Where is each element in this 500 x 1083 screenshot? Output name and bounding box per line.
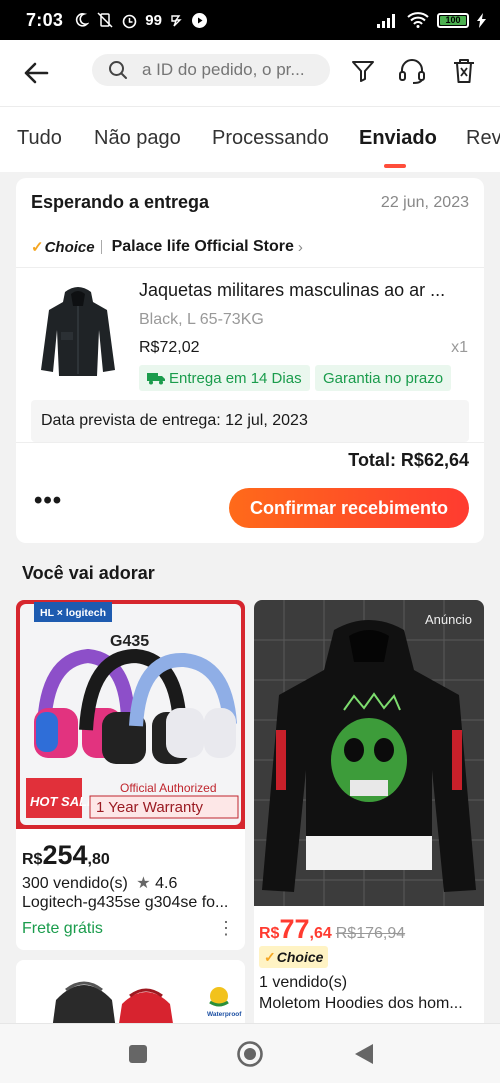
circle-icon: [237, 1041, 263, 1067]
search-input[interactable]: [142, 60, 312, 80]
checkmark-icon: ✓: [264, 948, 276, 965]
charging-icon: [477, 12, 486, 28]
delete-button[interactable]: [449, 56, 479, 86]
order-date: 22 jun, 2023: [380, 194, 469, 211]
ad-label: Anúncio: [425, 612, 472, 627]
square-icon: [129, 1045, 147, 1063]
order-status: Esperando a entrega: [31, 192, 210, 212]
arrow-left-icon: [24, 62, 49, 84]
back-nav-button[interactable]: [352, 1042, 376, 1066]
status-system-icons: 100: [377, 12, 486, 28]
back-button[interactable]: [20, 57, 52, 89]
hot-sale-text: HOT SALE: [30, 794, 96, 809]
free-shipping-label: Frete grátis: [22, 920, 103, 937]
more-options-button[interactable]: •••: [34, 489, 62, 513]
tab-unpaid[interactable]: Não pago: [94, 127, 181, 150]
divider: [16, 442, 484, 443]
notification-count: 99: [145, 11, 162, 29]
confirm-receipt-button[interactable]: Confirmar recebimento: [229, 488, 469, 528]
chevron-right-icon: ›: [297, 238, 303, 256]
original-price: R$176,94: [335, 925, 406, 942]
recents-button[interactable]: [126, 1042, 150, 1066]
product-price: R$72,02: [139, 339, 200, 356]
product-title[interactable]: Moletom Hoodies dos hom...: [259, 995, 474, 1013]
store-name: Palace life Official Store: [111, 238, 294, 255]
product-quantity: x1: [451, 339, 468, 356]
product-variant: Black, L 65-73KG: [139, 311, 264, 328]
model-text: G435: [110, 633, 149, 650]
recommendation-card[interactable]: Anúncio R$77,64 R$176,94 ✓ Choice 1 vendid…: [254, 600, 484, 1030]
delivery-tag: Entrega em 14 Dias: [139, 365, 310, 391]
system-navigation-bar: [0, 1023, 500, 1083]
waterproof-label: Waterproof: [207, 1011, 242, 1018]
estimated-delivery: Data prevista de entrega: 12 jul, 2023: [31, 400, 469, 442]
status-bar: 7:03 99 100: [0, 0, 500, 40]
divider: [16, 267, 484, 268]
product-price: R$77,64 R$176,94: [259, 914, 406, 944]
sold-rating-row: 300 vendido(s) ★ 4.6: [22, 875, 178, 892]
order-total: Total: R$62,64: [348, 450, 469, 470]
divider: [100, 240, 102, 254]
headset-icon: [399, 59, 425, 84]
product-price: R$254,80: [22, 840, 110, 870]
product-title[interactable]: Logitech-g435se g304se fo...: [22, 894, 237, 912]
product-image-jackets[interactable]: Waterproof: [16, 960, 245, 1030]
active-tab-indicator: [384, 164, 406, 168]
signal-icon: [377, 13, 395, 28]
order-status-tabs: Tudo Não pago Processando Enviado Revi: [0, 106, 500, 172]
brand-logo-text: HL × logitech: [40, 607, 106, 619]
search-bar[interactable]: [92, 54, 330, 86]
tab-processing[interactable]: Processando: [212, 127, 329, 150]
product-image-hoodie[interactable]: [254, 600, 484, 906]
more-vertical-icon[interactable]: ⋮: [217, 918, 235, 939]
sync-icon: [171, 14, 182, 26]
status-notification-icons: 99: [73, 12, 208, 29]
search-icon: [109, 61, 127, 79]
triangle-back-icon: [355, 1044, 373, 1064]
choice-badge: ✓ Choice: [31, 238, 95, 257]
recommendation-card[interactable]: Waterproof: [16, 960, 245, 1030]
tab-shipped[interactable]: Enviado: [359, 127, 437, 150]
product-image-jacket[interactable]: [33, 280, 123, 380]
warranty-text: 1 Year Warranty: [96, 799, 203, 816]
truck-icon: [147, 373, 165, 385]
checkmark-icon: ✓: [31, 239, 44, 256]
sold-count: 1 vendido(s): [259, 974, 348, 991]
wifi-icon: [407, 12, 429, 28]
home-button[interactable]: [236, 1040, 264, 1068]
battery-icon: 100: [437, 12, 469, 28]
recommendation-card[interactable]: HL × logitech G435 HOT SALE Official Aut…: [16, 600, 245, 950]
moon-icon: [76, 13, 90, 27]
alarm-icon: [122, 14, 137, 28]
play-icon: [191, 12, 207, 28]
star-icon: ★: [136, 875, 151, 892]
filter-icon: [352, 61, 374, 82]
guarantee-tag: Garantia no prazo: [315, 365, 452, 391]
trash-icon: [454, 59, 474, 83]
vibrate-off-icon: [97, 12, 113, 28]
support-button[interactable]: [397, 56, 427, 86]
product-image-headphones[interactable]: HL × logitech G435 HOT SALE Official Aut…: [16, 600, 245, 829]
status-time: 7:03: [26, 9, 64, 30]
official-authorized-text: Official Authorized: [120, 781, 217, 795]
choice-badge: ✓ Choice: [259, 946, 329, 968]
tab-review[interactable]: Revi: [466, 127, 500, 150]
product-title[interactable]: Jaquetas militares masculinas ao ar ...: [139, 280, 469, 301]
filter-button[interactable]: [348, 56, 378, 86]
store-link[interactable]: ✓ Choice Palace life Official Store ›: [31, 238, 303, 256]
top-header: [0, 40, 500, 106]
tab-all[interactable]: Tudo: [17, 127, 62, 150]
order-card[interactable]: Esperando a entrega 22 jun, 2023 ✓ Choice…: [16, 178, 484, 543]
recommendations-title: Você vai adorar: [22, 563, 155, 583]
